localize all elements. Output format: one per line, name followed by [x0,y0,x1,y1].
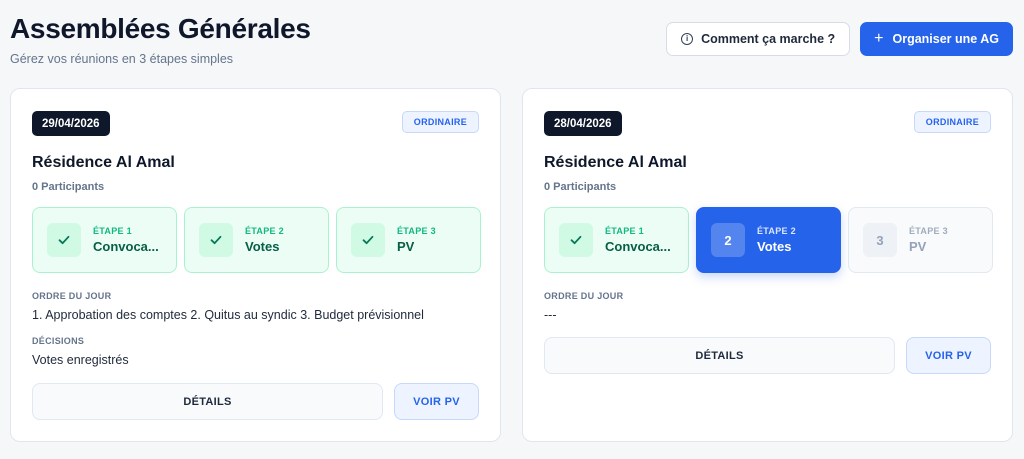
step-eyebrow: ÉTAPE 1 [93,226,132,236]
view-pv-button[interactable]: VOIR PV [394,383,479,420]
step-convocation[interactable]: ÉTAPE 1 Convoca... [32,207,177,273]
step-votes[interactable]: 2 ÉTAPE 2 Votes [696,207,841,273]
page-header: Assemblées Générales Gérez vos réunions … [10,12,311,66]
check-icon [47,223,81,257]
meeting-card: 29/04/2026 ORDINAIRE Résidence Al Amal 0… [10,88,501,442]
step-number: 2 [711,223,745,257]
page-title: Assemblées Générales [10,13,311,44]
step-eyebrow: ÉTAPE 3 [909,226,948,236]
decisions-text: Votes enregistrés [32,353,129,367]
date-badge: 28/04/2026 [544,111,622,136]
step-name: Convoca... [93,239,159,254]
organize-ag-button[interactable]: + Organiser une AG [860,22,1013,56]
step-eyebrow: ÉTAPE 2 [757,226,796,236]
step-number: 3 [863,223,897,257]
step-convocation[interactable]: ÉTAPE 1 Convoca... [544,207,689,273]
agenda-text: --- [544,308,557,322]
type-badge: ORDINAIRE [913,111,991,133]
check-icon [351,223,385,257]
residence-name: Résidence Al Amal [32,154,175,171]
step-pv[interactable]: 3 ÉTAPE 3 PV [848,207,993,273]
agenda-label: ORDRE DU JOUR [32,291,112,301]
page-subtitle: Gérez vos réunions en 3 étapes simples [10,52,234,66]
steps-tracker: ÉTAPE 1 Convoca... 2 ÉTAPE 2 Votes 3 ÉTA… [544,207,993,273]
info-icon: i [681,33,694,45]
header-actions: i Comment ça marche ? + Organiser une AG [666,22,1013,56]
step-votes[interactable]: ÉTAPE 2 Votes [184,207,329,273]
check-icon [199,223,233,257]
details-button[interactable]: DÉTAILS [32,383,383,420]
type-badge: ORDINAIRE [401,111,479,133]
meeting-card: 28/04/2026 ORDINAIRE Résidence Al Amal 0… [522,88,1013,442]
how-it-works-button[interactable]: i Comment ça marche ? [666,22,851,56]
step-eyebrow: ÉTAPE 2 [245,226,284,236]
organize-ag-label: Organiser une AG [892,32,999,46]
step-eyebrow: ÉTAPE 1 [605,226,644,236]
participants-count: 0 Participants [32,181,105,193]
step-name: PV [397,239,415,254]
agenda-text: 1. Approbation des comptes 2. Quitus au … [32,308,424,322]
participants-count: 0 Participants [544,181,617,193]
decisions-label: DÉCISIONS [32,336,85,346]
date-badge: 29/04/2026 [32,111,110,136]
step-name: Votes [245,239,280,254]
steps-tracker: ÉTAPE 1 Convoca... ÉTAPE 2 Votes ÉTAPE 3… [32,207,481,273]
check-icon [559,223,593,257]
residence-name: Résidence Al Amal [544,154,687,171]
details-button[interactable]: DÉTAILS [544,337,895,374]
step-name: PV [909,239,927,254]
agenda-label: ORDRE DU JOUR [544,291,624,301]
step-pv[interactable]: ÉTAPE 3 PV [336,207,481,273]
view-pv-button[interactable]: VOIR PV [906,337,991,374]
how-it-works-label: Comment ça marche ? [701,32,836,46]
step-eyebrow: ÉTAPE 3 [397,226,436,236]
step-name: Convoca... [605,239,671,254]
step-name: Votes [757,239,792,254]
plus-icon: + [874,30,884,47]
